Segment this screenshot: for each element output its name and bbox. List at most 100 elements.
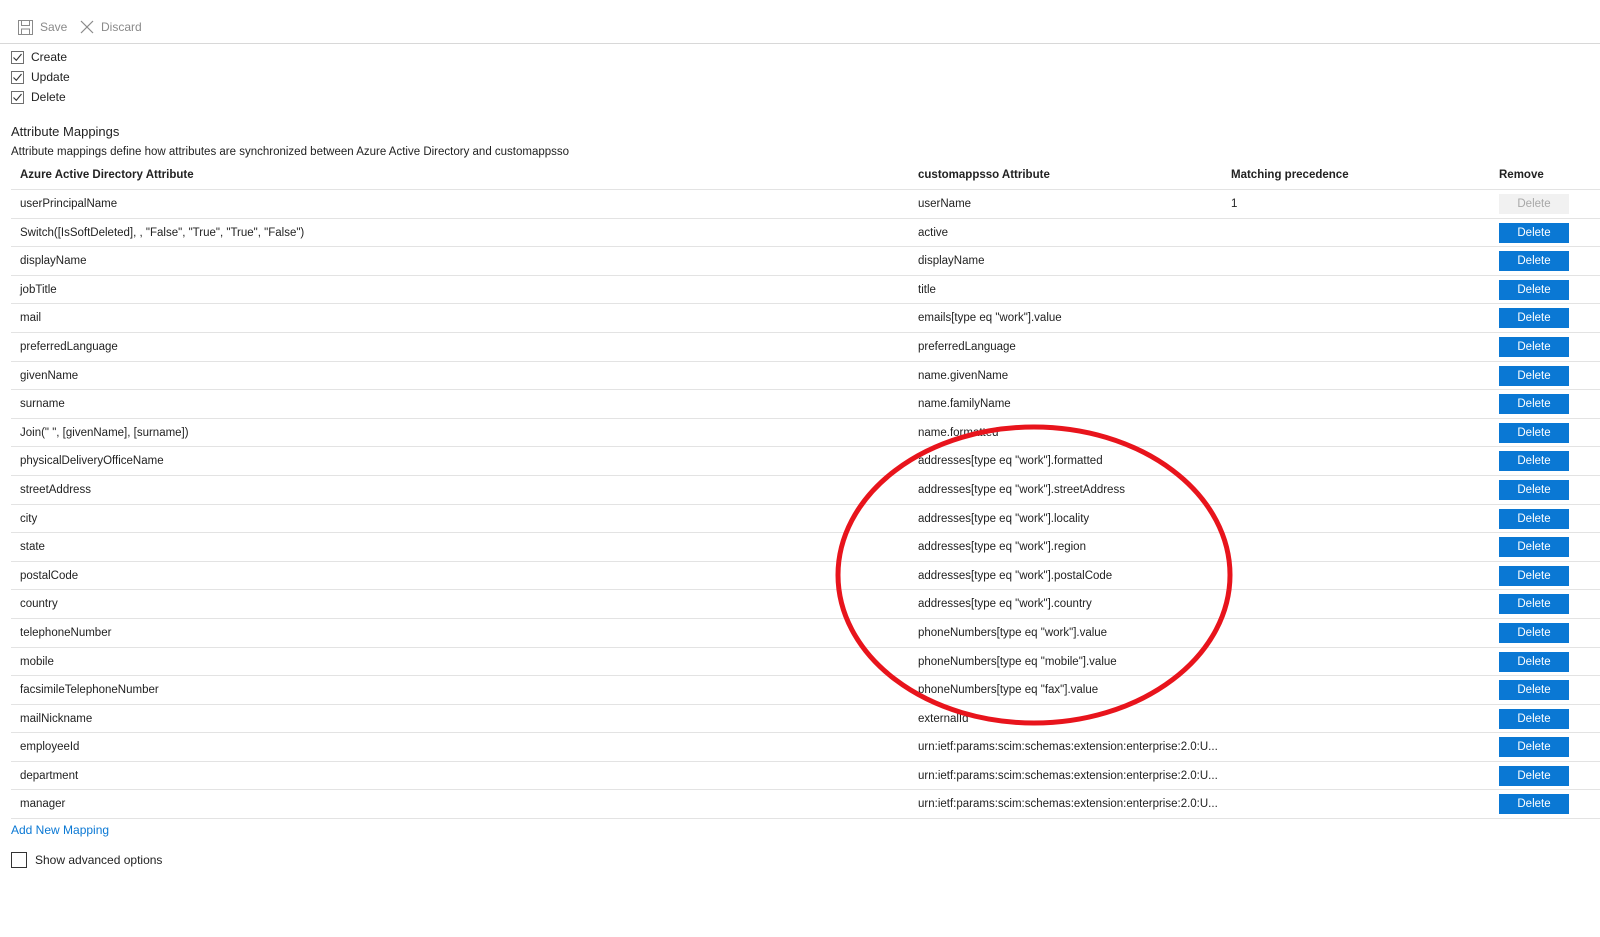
delete-mapping-button[interactable]: Delete bbox=[1499, 251, 1569, 272]
table-row[interactable]: country addresses[type eq "work"].country… bbox=[11, 590, 1600, 619]
source-attribute: Join(" ", [givenName], [surname]) bbox=[20, 426, 189, 439]
source-attribute: city bbox=[20, 512, 38, 525]
table-header: Azure Active Directory Attribute customa… bbox=[11, 162, 1600, 190]
source-attribute: department bbox=[20, 769, 79, 782]
advanced-options-label: Show advanced options bbox=[35, 853, 163, 867]
delete-mapping-button[interactable]: Delete bbox=[1499, 279, 1569, 300]
command-bar: Save Discard bbox=[0, 0, 1600, 44]
attribute-mappings-table: Azure Active Directory Attribute customa… bbox=[11, 162, 1600, 820]
delete-mapping-button[interactable]: Delete bbox=[1499, 479, 1569, 500]
save-button[interactable]: Save bbox=[18, 17, 67, 37]
delete-mapping-button[interactable]: Delete bbox=[1499, 651, 1569, 672]
table-row[interactable]: mobile phoneNumbers[type eq "mobile"].val… bbox=[11, 648, 1600, 677]
delete-mapping-button[interactable]: Delete bbox=[1499, 737, 1569, 758]
add-new-mapping-link[interactable]: Add New Mapping bbox=[11, 823, 109, 837]
delete-mapping-button[interactable]: Delete bbox=[1499, 422, 1569, 443]
delete-mapping-button[interactable]: Delete bbox=[1499, 365, 1569, 386]
target-attribute: urn:ietf:params:scim:schemas:extension:e… bbox=[918, 741, 1218, 754]
table-row[interactable]: manager urn:ietf:params:scim:schemas:exte… bbox=[11, 790, 1600, 820]
target-attribute: name.givenName bbox=[918, 369, 1009, 382]
operation-delete[interactable]: Delete bbox=[11, 87, 70, 107]
operation-label: Create bbox=[31, 50, 68, 64]
table-row[interactable]: postalCode addresses[type eq "work"].post… bbox=[11, 562, 1600, 591]
source-attribute: state bbox=[20, 541, 45, 554]
delete-mapping-button: Delete bbox=[1499, 194, 1569, 214]
target-attribute: emails[type eq "work"].value bbox=[918, 312, 1062, 325]
source-attribute: streetAddress bbox=[20, 483, 91, 496]
table-row[interactable]: jobTitle title Delete bbox=[11, 276, 1600, 305]
checkmark-icon bbox=[13, 93, 22, 101]
table-row[interactable]: mailNickname externalId Delete bbox=[11, 705, 1600, 734]
delete-mapping-button[interactable]: Delete bbox=[1499, 394, 1569, 415]
table-row[interactable]: mail emails[type eq "work"].value Delete bbox=[11, 304, 1600, 333]
delete-mapping-button[interactable]: Delete bbox=[1499, 594, 1569, 615]
table-row[interactable]: Join(" ", [givenName], [surname]) name.fo… bbox=[11, 419, 1600, 448]
table-row[interactable]: department urn:ietf:params:scim:schemas:e… bbox=[11, 762, 1600, 791]
table-row[interactable]: userPrincipalName userName 1 Delete bbox=[11, 190, 1600, 219]
table-row[interactable]: surname name.familyName Delete bbox=[11, 390, 1600, 419]
operation-checkbox[interactable] bbox=[11, 50, 24, 64]
target-attribute: addresses[type eq "work"].formatted bbox=[918, 455, 1103, 468]
delete-mapping-button[interactable]: Delete bbox=[1499, 708, 1569, 729]
delete-mapping-button[interactable]: Delete bbox=[1499, 765, 1569, 786]
source-attribute: mailNickname bbox=[20, 712, 93, 725]
target-attribute: urn:ietf:params:scim:schemas:extension:e… bbox=[918, 798, 1218, 811]
target-attribute: title bbox=[918, 283, 936, 296]
advanced-options-checkbox[interactable] bbox=[11, 852, 27, 868]
discard-button[interactable]: Discard bbox=[80, 17, 142, 37]
table-row[interactable]: state addresses[type eq "work"].region Del… bbox=[11, 533, 1600, 562]
table-row[interactable]: telephoneNumber phoneNumbers[type eq "wor… bbox=[11, 619, 1600, 648]
delete-mapping-button[interactable]: Delete bbox=[1499, 565, 1569, 586]
source-attribute: preferredLanguage bbox=[20, 340, 118, 353]
table-row[interactable]: givenName name.givenName Delete bbox=[11, 362, 1600, 391]
target-attribute: phoneNumbers[type eq "mobile"].value bbox=[918, 655, 1117, 668]
delete-mapping-button[interactable]: Delete bbox=[1499, 308, 1569, 329]
delete-mapping-button[interactable]: Delete bbox=[1499, 794, 1569, 815]
operation-update[interactable]: Update bbox=[11, 67, 70, 87]
delete-mapping-button[interactable]: Delete bbox=[1499, 451, 1569, 472]
table-body: userPrincipalName userName 1 Delete Switch([… bbox=[11, 190, 1600, 820]
source-attribute: facsimileTelephoneNumber bbox=[20, 684, 159, 697]
target-attribute: urn:ietf:params:scim:schemas:extension:e… bbox=[918, 769, 1218, 782]
matching-precedence: 1 bbox=[1231, 198, 1238, 210]
table-row[interactable]: employeeId urn:ietf:params:scim:schemas:e… bbox=[11, 733, 1600, 762]
table-row[interactable]: city addresses[type eq "work"].locality De… bbox=[11, 505, 1600, 534]
table-row[interactable]: physicalDeliveryOfficeName addresses[type… bbox=[11, 447, 1600, 476]
table-row[interactable]: displayName displayName Delete bbox=[11, 247, 1600, 276]
source-attribute: jobTitle bbox=[20, 283, 57, 296]
target-attribute: externalId bbox=[918, 712, 969, 725]
target-attribute: phoneNumbers[type eq "fax"].value bbox=[918, 684, 1099, 697]
save-icon bbox=[18, 19, 33, 35]
source-attribute: postalCode bbox=[20, 569, 79, 582]
operation-checkbox[interactable] bbox=[11, 90, 24, 104]
target-attribute: addresses[type eq "work"].postalCode bbox=[918, 569, 1113, 582]
table-row[interactable]: streetAddress addresses[type eq "work"].s… bbox=[11, 476, 1600, 505]
table-row[interactable]: preferredLanguage preferredLanguage Delete bbox=[11, 333, 1600, 362]
delete-mapping-button[interactable]: Delete bbox=[1499, 537, 1569, 558]
source-attribute: physicalDeliveryOfficeName bbox=[20, 455, 164, 468]
header-source-attribute: Azure Active Directory Attribute bbox=[20, 169, 194, 181]
delete-mapping-button[interactable]: Delete bbox=[1499, 508, 1569, 529]
close-icon bbox=[80, 20, 94, 34]
checkmark-icon bbox=[13, 73, 22, 81]
table-row[interactable]: Switch([IsSoftDeleted], , "False", "True… bbox=[11, 219, 1600, 248]
source-attribute: mail bbox=[20, 312, 42, 325]
target-attribute: addresses[type eq "work"].locality bbox=[918, 512, 1090, 525]
source-attribute: Switch([IsSoftDeleted], , "False", "True… bbox=[20, 226, 305, 239]
show-advanced-options[interactable]: Show advanced options bbox=[11, 852, 162, 868]
operation-create[interactable]: Create bbox=[11, 47, 70, 67]
delete-mapping-button[interactable]: Delete bbox=[1499, 222, 1569, 243]
delete-mapping-button[interactable]: Delete bbox=[1499, 622, 1569, 643]
operation-label: Delete bbox=[31, 90, 66, 104]
source-attribute: country bbox=[20, 598, 58, 611]
source-attribute: surname bbox=[20, 398, 65, 411]
source-attribute: telephoneNumber bbox=[20, 626, 112, 639]
table-row[interactable]: facsimileTelephoneNumber phoneNumbers[typ… bbox=[11, 676, 1600, 705]
target-attribute: name.familyName bbox=[918, 398, 1011, 411]
header-matching-precedence: Matching precedence bbox=[1231, 169, 1349, 181]
delete-mapping-button[interactable]: Delete bbox=[1499, 680, 1569, 701]
operation-checkbox[interactable] bbox=[11, 70, 24, 84]
delete-mapping-button[interactable]: Delete bbox=[1499, 336, 1569, 357]
target-object-actions: Create Update Delete bbox=[11, 47, 70, 107]
target-attribute: preferredLanguage bbox=[918, 340, 1016, 353]
